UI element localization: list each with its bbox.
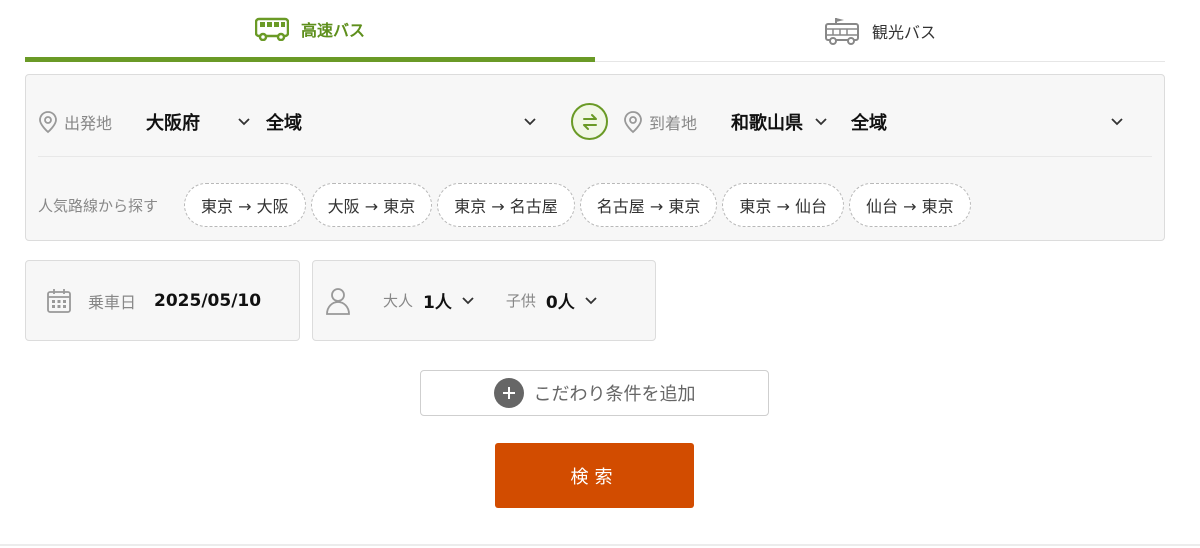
boarding-date-value: 2025/05/10	[154, 290, 262, 311]
passenger-field: 大人 1人 子供 0人	[312, 260, 656, 341]
swap-route-button[interactable]	[571, 103, 608, 140]
add-conditions-button[interactable]: こだわり条件を追加	[420, 370, 769, 416]
route-search-panel: 出発地 大阪府 全域 到着地 和歌山県 全域 人気路線から探す 東京 → 大阪 …	[25, 74, 1165, 241]
adult-count-select[interactable]: 大人 1人	[383, 288, 474, 313]
popular-route-chip[interactable]: 東京 → 名古屋	[437, 183, 575, 227]
boarding-date-field[interactable]: 乗車日 2025/05/10	[25, 260, 300, 341]
departure-area-value: 全域	[266, 113, 303, 134]
plus-icon	[493, 378, 524, 408]
popular-route-chip[interactable]: 名古屋 → 東京	[579, 183, 718, 227]
arrival-prefecture-select[interactable]: 和歌山県	[731, 109, 851, 135]
person-icon	[325, 287, 351, 315]
arrival-area-select[interactable]: 全域	[851, 109, 1123, 135]
boarding-date-label: 乗車日	[88, 292, 137, 312]
departure-area-select[interactable]: 全域	[266, 109, 536, 135]
adult-label: 大人	[383, 292, 414, 310]
tour-bus-icon	[824, 16, 860, 46]
popular-routes-label: 人気路線から探す	[38, 196, 159, 215]
chevron-down-icon	[524, 118, 536, 126]
arrival-area-value: 全域	[851, 113, 888, 134]
bus-type-tabs: 高速バス 観光バス	[25, 0, 1165, 62]
tab-label: 観光バス	[871, 22, 936, 42]
chevron-down-icon	[462, 296, 474, 305]
chevron-down-icon	[815, 118, 827, 126]
chevron-down-icon	[585, 296, 597, 305]
child-count-value: 0人	[545, 293, 575, 313]
route-row: 出発地 大阪府 全域 到着地 和歌山県 全域	[38, 87, 1152, 157]
chevron-down-icon	[1111, 118, 1123, 126]
arrival-field: 到着地 和歌山県 全域	[623, 87, 1152, 157]
child-label: 子供	[505, 292, 536, 310]
arrival-prefecture-value: 和歌山県	[731, 113, 804, 134]
departure-label: 出発地	[64, 114, 113, 133]
child-count-select[interactable]: 子供 0人	[506, 288, 597, 313]
tab-tour-bus[interactable]: 観光バス	[595, 0, 1165, 61]
divider	[0, 544, 1200, 546]
departure-prefecture-value: 大阪府	[146, 113, 201, 134]
location-pin-icon	[38, 110, 58, 134]
popular-routes: 人気路線から探す 東京 → 大阪 大阪 → 東京 東京 → 名古屋 名古屋 → …	[38, 183, 976, 227]
swap-arrows-icon	[580, 112, 600, 132]
search-button-label: 検索	[570, 466, 619, 488]
add-conditions-label: こだわり条件を追加	[533, 384, 696, 405]
tab-highway-bus[interactable]: 高速バス	[25, 0, 595, 62]
chevron-down-icon	[238, 118, 250, 126]
popular-route-chip[interactable]: 東京 → 仙台	[722, 183, 844, 227]
departure-field: 出発地 大阪府 全域	[38, 87, 563, 157]
highway-bus-icon	[254, 17, 289, 41]
adult-count-value: 1人	[423, 293, 452, 313]
calendar-icon	[46, 288, 72, 314]
location-pin-icon	[623, 110, 643, 134]
search-button[interactable]: 検索	[495, 443, 694, 508]
popular-route-chip[interactable]: 大阪 → 東京	[310, 183, 433, 227]
popular-route-chip[interactable]: 仙台 → 東京	[848, 183, 971, 227]
departure-prefecture-select[interactable]: 大阪府	[146, 109, 266, 135]
popular-route-chip[interactable]: 東京 → 大阪	[184, 183, 306, 227]
tab-label: 高速バス	[300, 20, 365, 40]
arrival-label: 到着地	[649, 114, 698, 133]
